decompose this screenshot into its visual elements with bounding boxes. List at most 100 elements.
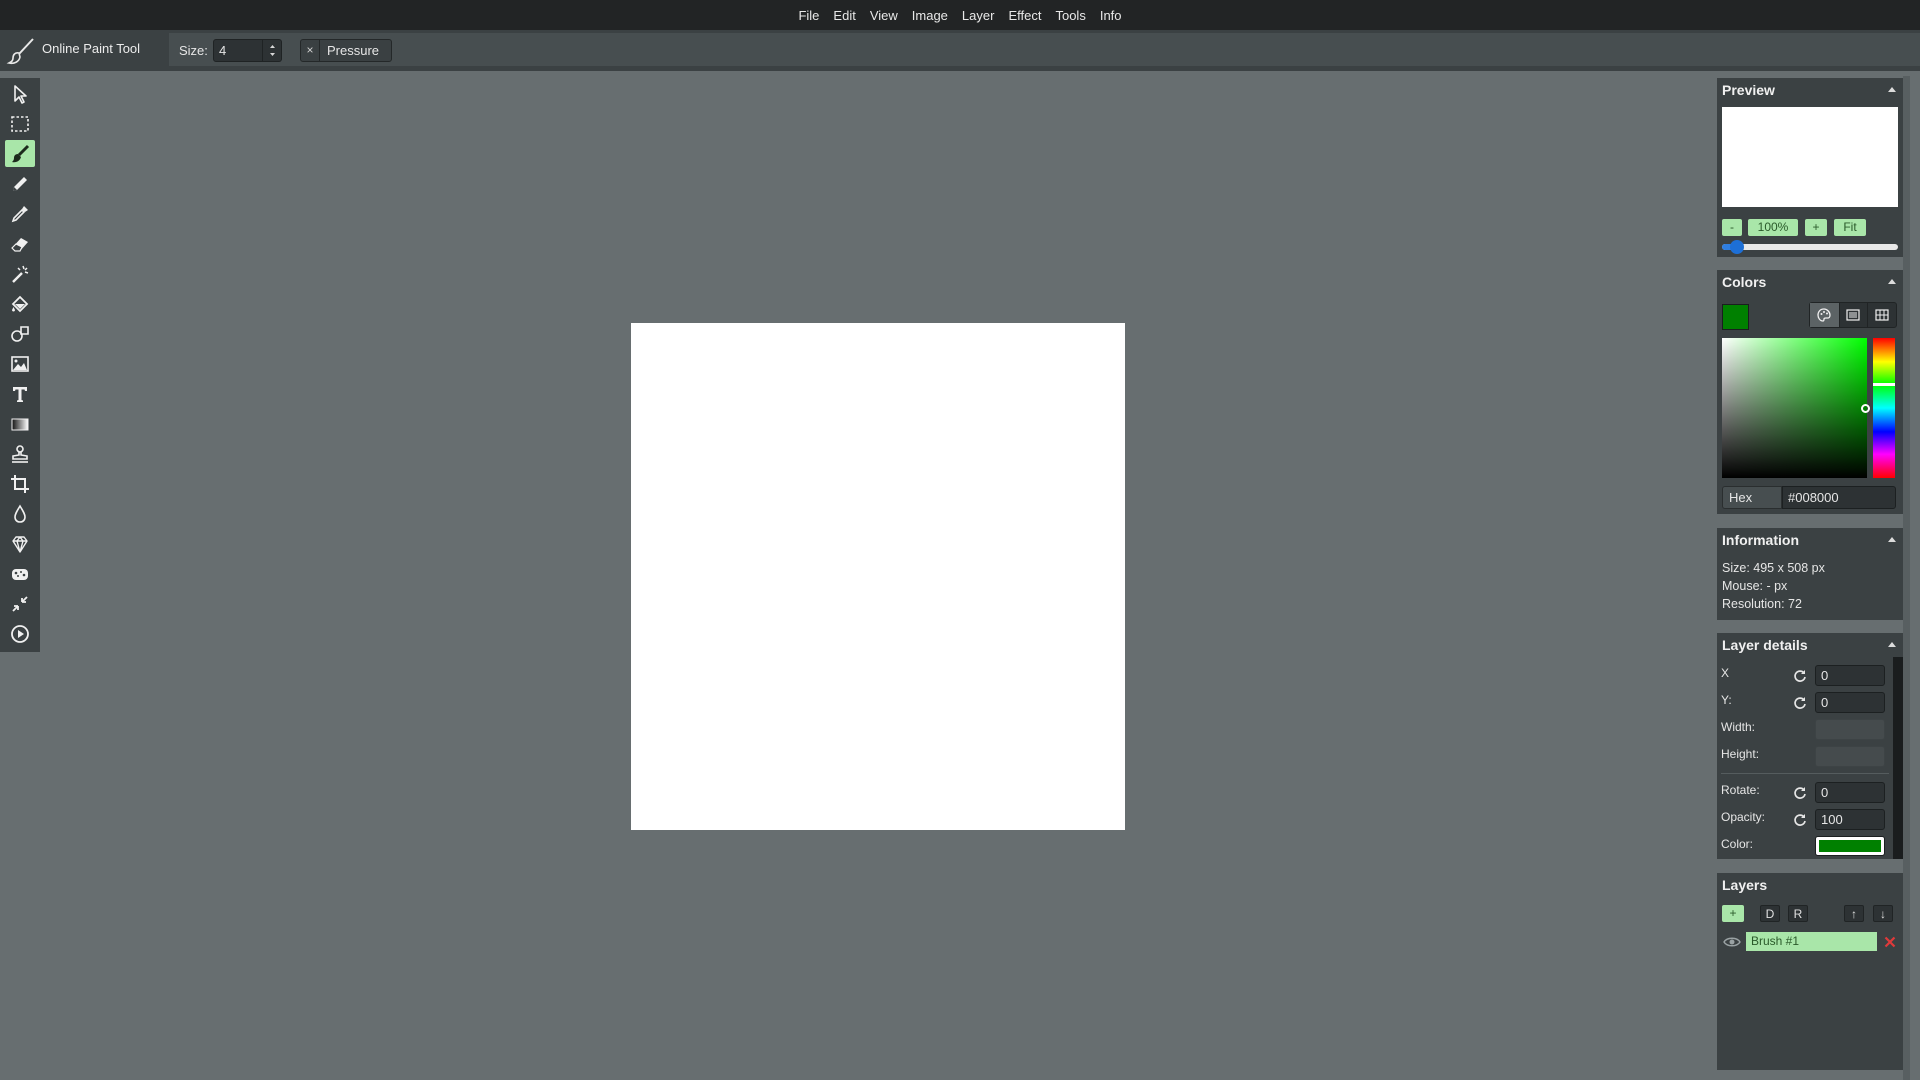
- colors-header[interactable]: Colors: [1717, 270, 1903, 294]
- layer-details-block: Layer details X 0 Y: 0 Width: Height: Ro…: [1717, 633, 1903, 859]
- opacity-input[interactable]: 100: [1815, 809, 1885, 830]
- paint-bucket-icon: [11, 295, 29, 312]
- zoom-in-button[interactable]: +: [1805, 219, 1827, 236]
- info-size: Size: 495 x 508 px: [1722, 561, 1825, 575]
- color-mode-list[interactable]: [1838, 303, 1868, 327]
- rotate-input[interactable]: 0: [1815, 782, 1885, 803]
- eyedropper-icon: [11, 205, 28, 222]
- brush-options-panel: Size: 4 × Pressure: [169, 33, 1920, 66]
- move-layer-down-button[interactable]: ↓: [1873, 905, 1893, 922]
- tool-animation[interactable]: [5, 620, 35, 647]
- tool-color-picker[interactable]: [5, 200, 35, 227]
- tool-gradient[interactable]: [5, 410, 35, 437]
- information-header[interactable]: Information: [1717, 528, 1903, 552]
- menu-file[interactable]: File: [791, 8, 826, 23]
- width-input: [1815, 719, 1885, 740]
- tool-shape[interactable]: [5, 320, 35, 347]
- zoom-slider-thumb[interactable]: [1730, 240, 1744, 254]
- layer-color-input[interactable]: [1815, 836, 1885, 856]
- collapse-icon[interactable]: [1888, 279, 1896, 284]
- saturation-value-picker[interactable]: [1722, 338, 1870, 478]
- hex-label-box: Hex: [1722, 486, 1782, 509]
- tool-clone[interactable]: [5, 440, 35, 467]
- color-label: Color:: [1721, 837, 1754, 851]
- drop-icon: [14, 503, 26, 523]
- tool-fill[interactable]: [5, 290, 35, 317]
- collapse-icon[interactable]: [1888, 537, 1896, 542]
- palette-icon: [1817, 308, 1831, 322]
- tool-brush[interactable]: [5, 140, 35, 167]
- delete-layer-icon[interactable]: [1884, 936, 1896, 948]
- menu-tools[interactable]: Tools: [1048, 8, 1092, 23]
- preview-header[interactable]: Preview: [1717, 78, 1903, 102]
- y-input[interactable]: 0: [1815, 692, 1885, 713]
- menu-effect[interactable]: Effect: [1001, 8, 1048, 23]
- reset-y-button[interactable]: [1790, 693, 1810, 713]
- menu-view[interactable]: View: [863, 8, 905, 23]
- tool-magic-wand[interactable]: [5, 260, 35, 287]
- play-icon: [11, 624, 29, 643]
- zoom-slider-track[interactable]: [1722, 240, 1898, 254]
- add-layer-button[interactable]: +: [1722, 905, 1744, 922]
- menu-image[interactable]: Image: [905, 8, 955, 23]
- gradient-icon: [11, 418, 29, 430]
- tool-media[interactable]: [5, 350, 35, 377]
- zoom-out-button[interactable]: -: [1722, 219, 1742, 236]
- sidebar-scrollbar[interactable]: [1903, 76, 1910, 1080]
- refresh-icon: [1794, 697, 1806, 709]
- shapes-icon: [11, 325, 29, 342]
- menu-layer[interactable]: Layer: [955, 8, 1002, 23]
- tool-pencil[interactable]: [5, 170, 35, 197]
- layer-details-scrollbar[interactable]: [1893, 657, 1903, 859]
- drawing-canvas[interactable]: [631, 323, 1125, 830]
- color-picker-handle[interactable]: [1861, 404, 1870, 413]
- tool-erase[interactable]: [5, 230, 35, 257]
- y-label: Y:: [1721, 693, 1732, 707]
- tool-text[interactable]: [5, 380, 35, 407]
- eye-icon[interactable]: [1723, 935, 1741, 949]
- menu-edit[interactable]: Edit: [826, 8, 862, 23]
- duplicate-layer-button[interactable]: D: [1760, 905, 1780, 922]
- tool-sharpen[interactable]: [5, 530, 35, 557]
- reset-opacity-button[interactable]: [1790, 810, 1810, 830]
- tool-desaturate[interactable]: [5, 560, 35, 587]
- raster-layer-button[interactable]: R: [1788, 905, 1808, 922]
- move-layer-up-button[interactable]: ↑: [1844, 905, 1864, 922]
- tool-selection[interactable]: [5, 110, 35, 137]
- layer-details-header[interactable]: Layer details: [1717, 633, 1903, 657]
- layer-details-divider: [1721, 773, 1889, 774]
- tool-bulge-pinch[interactable]: [5, 590, 35, 617]
- hue-slider[interactable]: [1873, 338, 1895, 478]
- size-stepper[interactable]: [263, 39, 282, 62]
- right-sidebar: Preview - 100% + Fit Colors Hex #008000 …: [1712, 76, 1910, 1080]
- diamond-icon: [12, 535, 28, 553]
- size-input[interactable]: 4: [213, 39, 263, 62]
- info-mouse: Mouse: - px: [1722, 579, 1788, 593]
- hex-input[interactable]: #008000: [1782, 486, 1896, 509]
- reset-rotate-button[interactable]: [1790, 783, 1810, 803]
- size-label: Size:: [179, 43, 208, 58]
- information-block: Information Size: 495 x 508 px Mouse: - …: [1717, 528, 1903, 620]
- color-mode-grid[interactable]: [1867, 303, 1896, 327]
- layer-name[interactable]: Brush #1: [1746, 932, 1877, 951]
- pressure-toggle[interactable]: × Pressure: [300, 39, 392, 62]
- collapse-icon[interactable]: [1888, 87, 1896, 92]
- refresh-icon: [1794, 787, 1806, 799]
- fit-button[interactable]: Fit: [1834, 219, 1866, 236]
- preview-title: Preview: [1722, 82, 1775, 98]
- pressure-label: Pressure: [327, 43, 380, 58]
- tool-select[interactable]: [5, 80, 35, 107]
- information-title: Information: [1722, 532, 1799, 548]
- tool-crop[interactable]: [5, 470, 35, 497]
- collapse-icon[interactable]: [1888, 642, 1896, 647]
- preview-thumbnail[interactable]: [1722, 107, 1898, 207]
- x-input[interactable]: 0: [1815, 665, 1885, 686]
- menu-info[interactable]: Info: [1093, 8, 1129, 23]
- hue-slider-handle[interactable]: [1873, 383, 1895, 386]
- layer-item[interactable]: Brush #1: [1717, 931, 1903, 953]
- reset-x-button[interactable]: [1790, 666, 1810, 686]
- layers-title: Layers: [1722, 877, 1768, 893]
- tool-blur[interactable]: [5, 500, 35, 527]
- current-color-swatch[interactable]: [1722, 304, 1749, 330]
- color-mode-picker[interactable]: [1810, 303, 1839, 327]
